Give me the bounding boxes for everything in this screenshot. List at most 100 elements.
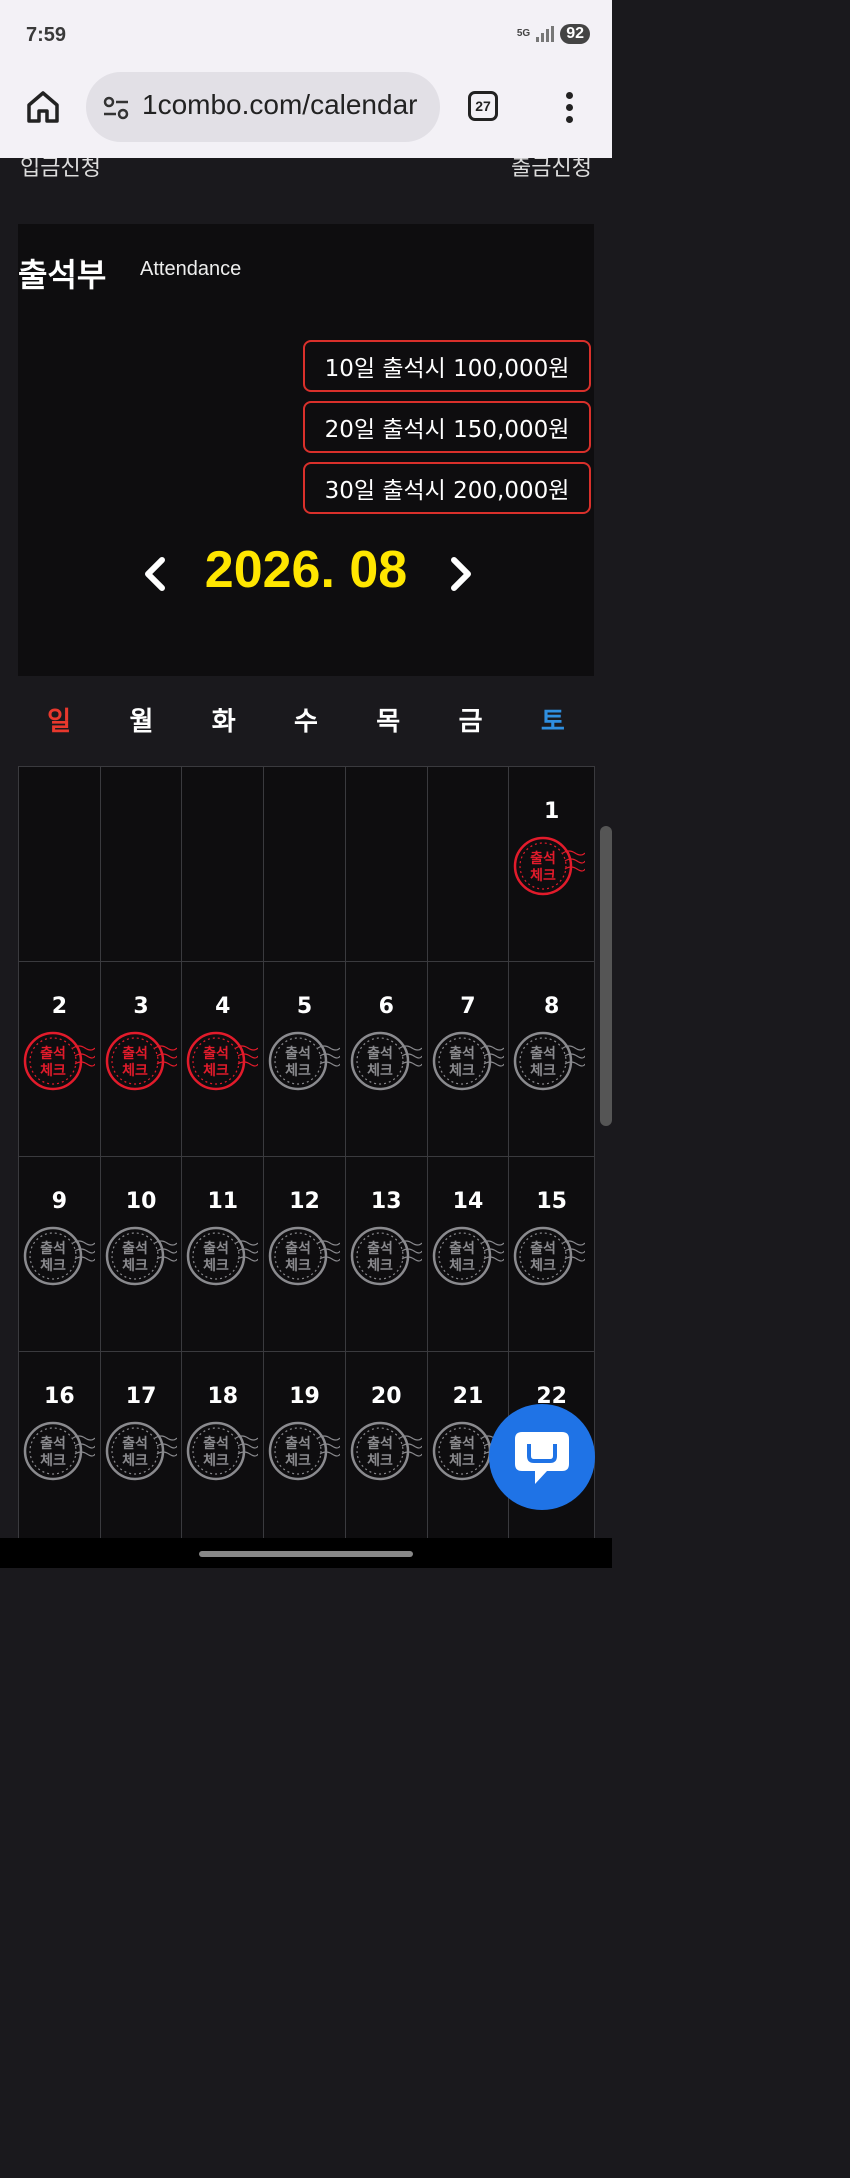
weekday-label: 금	[458, 707, 483, 737]
day-number: 16	[44, 1384, 75, 1409]
attendance-stamp-icon: 출석체크	[350, 1421, 422, 1481]
svg-text:출석: 출석	[285, 1045, 311, 1062]
svg-text:출석: 출석	[285, 1240, 311, 1257]
svg-text:출석: 출석	[449, 1045, 475, 1062]
day-number: 12	[289, 1189, 320, 1214]
svg-text:체크: 체크	[367, 1258, 393, 1274]
day-number: 11	[207, 1189, 239, 1214]
svg-text:출석: 출석	[122, 1240, 148, 1257]
day-number: 1	[544, 799, 560, 824]
day-number: 15	[536, 1189, 567, 1214]
calendar-day[interactable]: 6 출석 체크	[345, 962, 428, 1157]
network-5g-icon: 5G	[516, 28, 531, 39]
calendar-day[interactable]: 19 출석 체크	[264, 1352, 346, 1547]
calendar-day[interactable]: 1 출석 체크	[509, 767, 596, 962]
svg-text:출석: 출석	[204, 1240, 230, 1257]
svg-text:출석: 출석	[367, 1045, 393, 1062]
calendar-day[interactable]: 11 출석 체크	[182, 1157, 265, 1352]
calendar-day[interactable]: 14 출석 체크	[427, 1157, 510, 1352]
attendance-stamp-icon: 출석체크	[432, 1226, 504, 1286]
attendance-stamp-checked-icon: 출석체크	[105, 1031, 177, 1091]
calendar-day[interactable]: 5 출석 체크	[264, 962, 346, 1157]
gesture-handle[interactable]	[199, 1551, 413, 1557]
svg-text:체크: 체크	[122, 1453, 148, 1469]
calendar-empty-cell	[19, 767, 101, 962]
calendar-day[interactable]: 8 출석 체크	[509, 962, 596, 1157]
attendance-stamp-checked-icon: 출석체크	[187, 1031, 259, 1091]
calendar-day[interactable]: 7 출석 체크	[427, 962, 510, 1157]
navigation-bar	[0, 1538, 612, 1568]
calendar-day[interactable]: 9 출석 체크	[19, 1157, 101, 1352]
calendar-empty-cell	[264, 767, 346, 962]
svg-text:체크: 체크	[285, 1063, 311, 1079]
withdraw-link[interactable]: 출금신청	[511, 158, 592, 182]
more-menu-icon[interactable]	[563, 92, 575, 126]
day-number: 9	[51, 1189, 68, 1214]
signal-icon	[536, 26, 555, 42]
attendance-stamp-icon: 출석체크	[23, 1421, 95, 1481]
day-number: 5	[296, 994, 313, 1019]
site-settings-icon[interactable]	[102, 96, 130, 120]
calendar-day[interactable]: 20 출석 체크	[345, 1352, 428, 1547]
weekday-label: 목	[376, 707, 401, 737]
calendar-day[interactable]: 2 출석 체크	[19, 962, 101, 1157]
svg-text:체크: 체크	[449, 1063, 475, 1079]
attendance-stamp-icon: 출석체크	[187, 1226, 259, 1286]
weekday-label: 화	[211, 707, 236, 737]
current-month: 2026. 08	[204, 541, 408, 599]
calendar-day[interactable]: 16 출석 체크	[19, 1352, 101, 1547]
svg-text:출석: 출석	[367, 1240, 393, 1257]
svg-text:체크: 체크	[204, 1063, 230, 1079]
svg-text:체크: 체크	[40, 1063, 66, 1079]
chevron-left-icon[interactable]	[138, 554, 172, 594]
status-icons: 5G 92	[517, 24, 590, 44]
calendar-empty-cell	[182, 767, 265, 962]
deposit-link[interactable]: 입금신청	[20, 158, 101, 182]
svg-text:출석: 출석	[204, 1435, 230, 1452]
scrollbar[interactable]	[600, 826, 612, 1126]
address-bar[interactable]: 1combo.com/calendar	[86, 72, 440, 142]
svg-text:체크: 체크	[449, 1453, 475, 1469]
attendance-stamp-icon: 출석체크	[268, 1031, 341, 1091]
weekday-label: 일	[47, 707, 72, 737]
day-number: 17	[125, 1384, 157, 1409]
calendar-day[interactable]: 4 출석 체크	[182, 962, 265, 1157]
calendar-day[interactable]: 15 출석 체크	[509, 1157, 596, 1352]
svg-text:체크: 체크	[285, 1453, 311, 1469]
calendar-empty-cell	[345, 767, 428, 962]
calendar-day[interactable]: 17 출석 체크	[100, 1352, 183, 1547]
tab-switcher-button[interactable]: 27	[468, 91, 498, 121]
svg-text:출석: 출석	[122, 1435, 148, 1452]
day-number: 6	[378, 994, 394, 1019]
calendar-week: 2 출석 체크 3 출석 체크 4 출석 체크 5 출석 체크 6 출석 체크 7 출석 체크 8 출석 체크	[19, 962, 596, 1157]
chevron-right-icon[interactable]	[444, 554, 478, 594]
svg-text:체크: 체크	[449, 1258, 475, 1274]
home-icon[interactable]	[24, 88, 62, 126]
calendar-day[interactable]: 12 출석 체크	[264, 1157, 346, 1352]
svg-text:체크: 체크	[40, 1453, 66, 1469]
day-number: 10	[125, 1189, 157, 1214]
reward-badge: 10일 출석시 100,000원	[303, 340, 591, 392]
svg-text:체크: 체크	[122, 1258, 148, 1274]
page-title: 출석부	[18, 256, 107, 294]
calendar-day[interactable]: 13 출석 체크	[345, 1157, 428, 1352]
svg-text:출석: 출석	[530, 1240, 556, 1257]
day-number: 8	[544, 994, 560, 1019]
weekday-header: 일 월 화 수 목 금 토	[18, 676, 594, 766]
month-navigation: 2026. 08	[18, 540, 594, 610]
browser-toolbar: 1combo.com/calendar 27	[0, 72, 612, 160]
page-subtitle: Attendance	[140, 258, 242, 280]
svg-text:체크: 체크	[204, 1258, 230, 1274]
day-number: 20	[370, 1384, 402, 1409]
svg-text:체크: 체크	[204, 1453, 230, 1469]
calendar-day[interactable]: 18 출석 체크	[182, 1352, 265, 1547]
chat-button[interactable]	[489, 1404, 595, 1510]
calendar-day[interactable]: 3 출석 체크	[100, 962, 183, 1157]
svg-text:체크: 체크	[530, 1258, 556, 1274]
calendar-day[interactable]: 10 출석 체크	[100, 1157, 183, 1352]
attendance-stamp-checked-icon: 출석체크	[23, 1031, 95, 1091]
svg-text:출석: 출석	[530, 1045, 556, 1062]
svg-text:체크: 체크	[530, 868, 556, 884]
day-number: 2	[51, 994, 68, 1019]
calendar-week: 9 출석 체크 10 출석 체크 11 출석 체크 12 출석 체크 13 출석 체크 14 출석 체크 15 출석 체…	[19, 1157, 596, 1352]
